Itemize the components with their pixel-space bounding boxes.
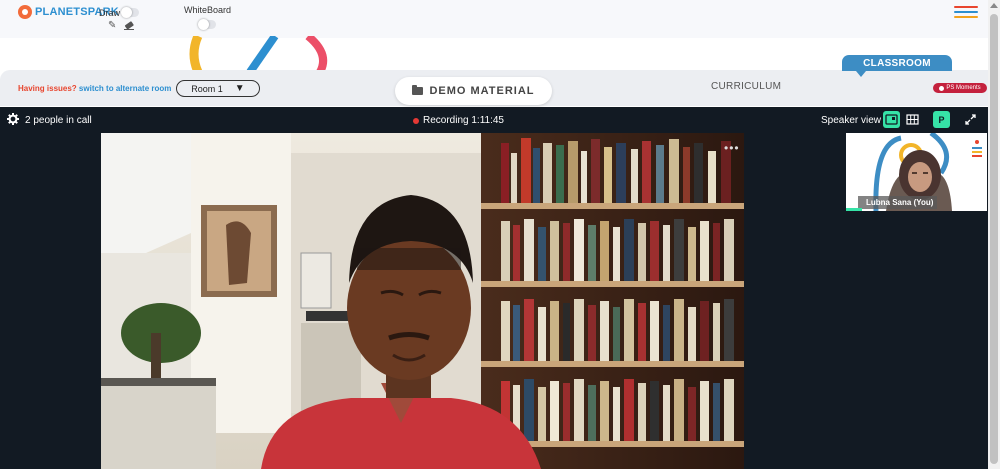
brand-arc-graphic: [189, 36, 327, 72]
logo-icon: [18, 5, 32, 19]
issue-notice: Having issues? switch to alternate room: [18, 84, 171, 93]
tab-classroom[interactable]: CLASSROOM: [842, 55, 952, 71]
issue-text: Having issues?: [18, 84, 77, 93]
grid-view-button[interactable]: [904, 111, 921, 128]
pencil-icon[interactable]: ✎: [108, 20, 116, 31]
fullscreen-button[interactable]: [962, 111, 979, 128]
speaker-video-image: [101, 133, 744, 469]
room-select-value: Room 1: [191, 83, 223, 94]
draw-label: Draw: [99, 8, 121, 18]
recording-status: Recording 1:11:45: [413, 115, 504, 126]
demo-material-label: DEMO MATERIAL: [429, 85, 535, 97]
whiteboard-label: WhiteBoard: [184, 5, 232, 15]
ps-moments-label: PS Moments: [946, 85, 981, 91]
recording-label: Recording 1:11:45: [423, 115, 504, 126]
top-toolbar: PLANETSPARK Draw ✎ WhiteBoard: [0, 0, 1000, 38]
grid-icon: [906, 114, 919, 125]
moments-icon: [939, 85, 945, 91]
recording-dot-icon: [413, 117, 419, 124]
classroom-tab-pointer: [856, 71, 866, 77]
participant-avatar-button[interactable]: P: [933, 111, 950, 128]
speaker-layout-icon: [885, 114, 898, 125]
video-call-panel: 2 people in call Recording 1:11:45 Speak…: [0, 107, 988, 469]
microphone-icon[interactable]: [852, 197, 858, 207]
gear-icon[interactable]: [7, 113, 19, 125]
folder-icon: [412, 85, 424, 95]
call-header: 2 people in call Recording 1:11:45 Speak…: [0, 107, 988, 133]
eraser-icon[interactable]: [124, 20, 134, 33]
logo-text-part1: PLANET: [35, 6, 81, 18]
tab-curriculum[interactable]: CURRICULUM: [711, 81, 781, 92]
self-name-label: Lubna Sana (You): [858, 196, 938, 209]
ps-moments-badge[interactable]: PS Moments: [933, 83, 987, 93]
triangle-down-icon: ▼: [234, 83, 245, 94]
expand-icon: [965, 114, 976, 125]
audio-level-indicator: [846, 208, 862, 211]
hamburger-icon[interactable]: [954, 6, 978, 20]
main-video-feed[interactable]: [101, 133, 744, 469]
alternate-room-link[interactable]: switch to alternate room: [79, 84, 171, 93]
scroll-up-arrow-icon[interactable]: [990, 3, 998, 8]
speaker-view-button[interactable]: [883, 111, 900, 128]
speaker-view-label: Speaker view: [821, 115, 882, 126]
self-video-tile[interactable]: Lubna Sana (You): [846, 133, 987, 211]
whiteboard-toggle[interactable]: [198, 19, 216, 30]
room-select[interactable]: Room 1 ▼: [176, 80, 260, 97]
more-options-icon[interactable]: •••: [724, 141, 740, 155]
draw-toggle[interactable]: [121, 7, 139, 18]
people-count: 2 people in call: [25, 115, 92, 126]
demo-material-button[interactable]: DEMO MATERIAL: [395, 77, 552, 105]
scrollbar-thumb[interactable]: [990, 14, 998, 464]
